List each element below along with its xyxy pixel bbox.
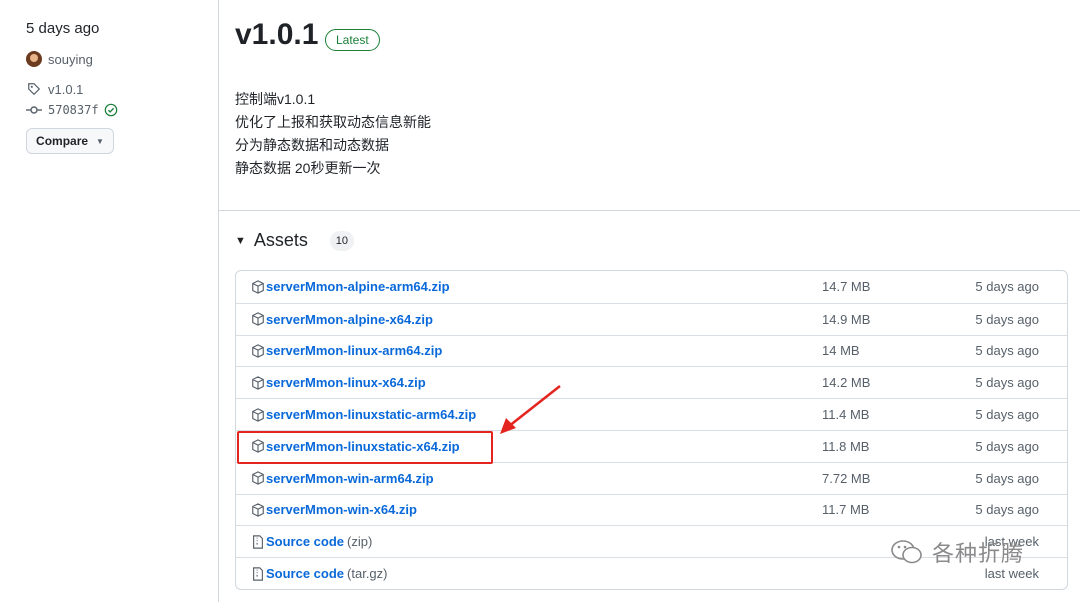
note-line: 优化了上报和获取动态信息新能 [235,114,431,130]
tag-name: v1.0.1 [48,81,84,97]
asset-row: serverMmon-linuxstatic-arm64.zip 11.4 MB… [236,398,1067,430]
asset-name: serverMmon-linux-x64.zip [266,375,426,391]
highlight-box [237,431,493,464]
asset-size: 14.9 MB [822,311,871,327]
release-title[interactable]: v1.0.1 [235,18,318,52]
compare-label: Compare [36,134,89,148]
asset-ext: (zip) [347,534,373,550]
watermark-text: 各种折腾 [932,541,1025,566]
asset-name: serverMmon-win-x64.zip [266,502,417,518]
package-icon [251,407,265,422]
asset-size: 7.72 MB [822,470,871,486]
asset-size: 11.7 MB [822,502,870,518]
note-line: 静态数据 20秒更新一次 [235,160,381,176]
note-line: 分为静态数据和动态数据 [235,137,389,153]
asset-link[interactable]: serverMmon-win-arm64.zip [251,471,434,486]
asset-date: 5 days ago [975,311,1039,327]
divider [219,210,1080,211]
asset-name: serverMmon-alpine-arm64.zip [266,279,450,295]
asset-size: 11.8 MB [822,438,870,454]
package-icon [251,344,265,358]
latest-badge: Latest [325,29,380,51]
red-arrow-icon [500,385,561,434]
source-link[interactable]: Source code (tar.gz) [251,566,388,581]
source-link[interactable]: Source code (zip) [251,534,372,549]
asset-date: last week [984,566,1039,582]
author-name: souying [48,51,93,67]
chevron-down-icon: ▼ [96,136,104,146]
compare-button[interactable]: Compare ▼ [26,128,114,154]
asset-link[interactable]: serverMmon-alpine-arm64.zip [251,279,450,294]
asset-size: 14.7 MB [822,279,871,295]
assets-count: 10 [329,230,354,251]
asset-date: 5 days ago [975,438,1039,454]
note-line: 控制端v1.0.1 [235,91,316,107]
asset-size: 14 MB [822,343,860,359]
release-main: v1.0.1 Latest 控制端v1.0.1 优化了上报和获取动态信息新能 分… [219,0,1080,602]
asset-name: serverMmon-linux-arm64.zip [266,343,443,359]
asset-name: serverMmon-alpine-x64.zip [266,311,433,327]
commit-link[interactable]: 570837f [26,102,125,118]
asset-link[interactable]: serverMmon-win-x64.zip [251,502,417,517]
asset-row: serverMmon-alpine-x64.zip 14.9 MB 5 days… [236,302,1067,335]
asset-size: 11.4 MB [822,407,870,423]
asset-name: serverMmon-win-arm64.zip [266,470,434,486]
asset-link[interactable]: serverMmon-linux-x64.zip [251,375,426,390]
asset-date: 5 days ago [975,407,1039,423]
git-commit-icon [26,102,42,118]
asset-date: 5 days ago [975,343,1039,359]
asset-link[interactable]: serverMmon-alpine-x64.zip [251,312,433,327]
avatar [26,51,42,67]
asset-name: Source code [266,566,345,582]
watermark: 各种折腾 [890,536,1024,568]
asset-link[interactable]: serverMmon-linuxstatic-arm64.zip [251,407,476,422]
asset-row: serverMmon-linux-x64.zip 14.2 MB 5 days … [236,366,1067,398]
asset-size: 14.2 MB [822,375,871,391]
assets-toggle[interactable]: ▼ Assets 10 [235,230,354,251]
asset-date: 5 days ago [975,502,1039,518]
release-notes: 控制端v1.0.1 优化了上报和获取动态信息新能 分为静态数据和动态数据 静态数… [235,88,431,180]
asset-row: serverMmon-linux-arm64.zip 14 MB 5 days … [236,334,1067,367]
tag-link[interactable]: v1.0.1 [26,81,83,97]
check-circle-icon [103,102,119,118]
asset-name: Source code [266,534,345,550]
tag-icon [26,81,42,97]
asset-row: serverMmon-alpine-arm64.zip 14.7 MB 5 da… [236,271,1067,303]
file-zip-icon [251,535,265,549]
package-icon [251,376,265,390]
author-link[interactable]: souying [26,51,93,67]
commit-sha: 570837f [48,103,99,117]
assets-heading: Assets [253,230,308,250]
asset-date: 5 days ago [975,279,1039,295]
asset-row: serverMmon-win-arm64.zip 7.72 MB 5 days … [236,461,1067,494]
file-zip-icon [251,566,265,581]
package-icon [251,471,265,485]
asset-row: serverMmon-win-x64.zip 11.7 MB 5 days ag… [236,493,1067,526]
release-sidebar: 5 days ago souying v1.0.1 570837f Compar… [0,0,219,602]
asset-ext: (tar.gz) [347,566,388,582]
package-icon [251,280,265,294]
package-icon [251,312,265,326]
wechat-icon [891,540,922,564]
package-icon [251,503,265,517]
asset-name: serverMmon-linuxstatic-arm64.zip [266,407,477,423]
triangle-down-icon: ▼ [235,234,246,247]
asset-date: 5 days ago [975,470,1039,486]
asset-date: 5 days ago [975,375,1039,391]
asset-link[interactable]: serverMmon-linux-arm64.zip [251,343,442,358]
release-time: 5 days ago [26,20,100,37]
